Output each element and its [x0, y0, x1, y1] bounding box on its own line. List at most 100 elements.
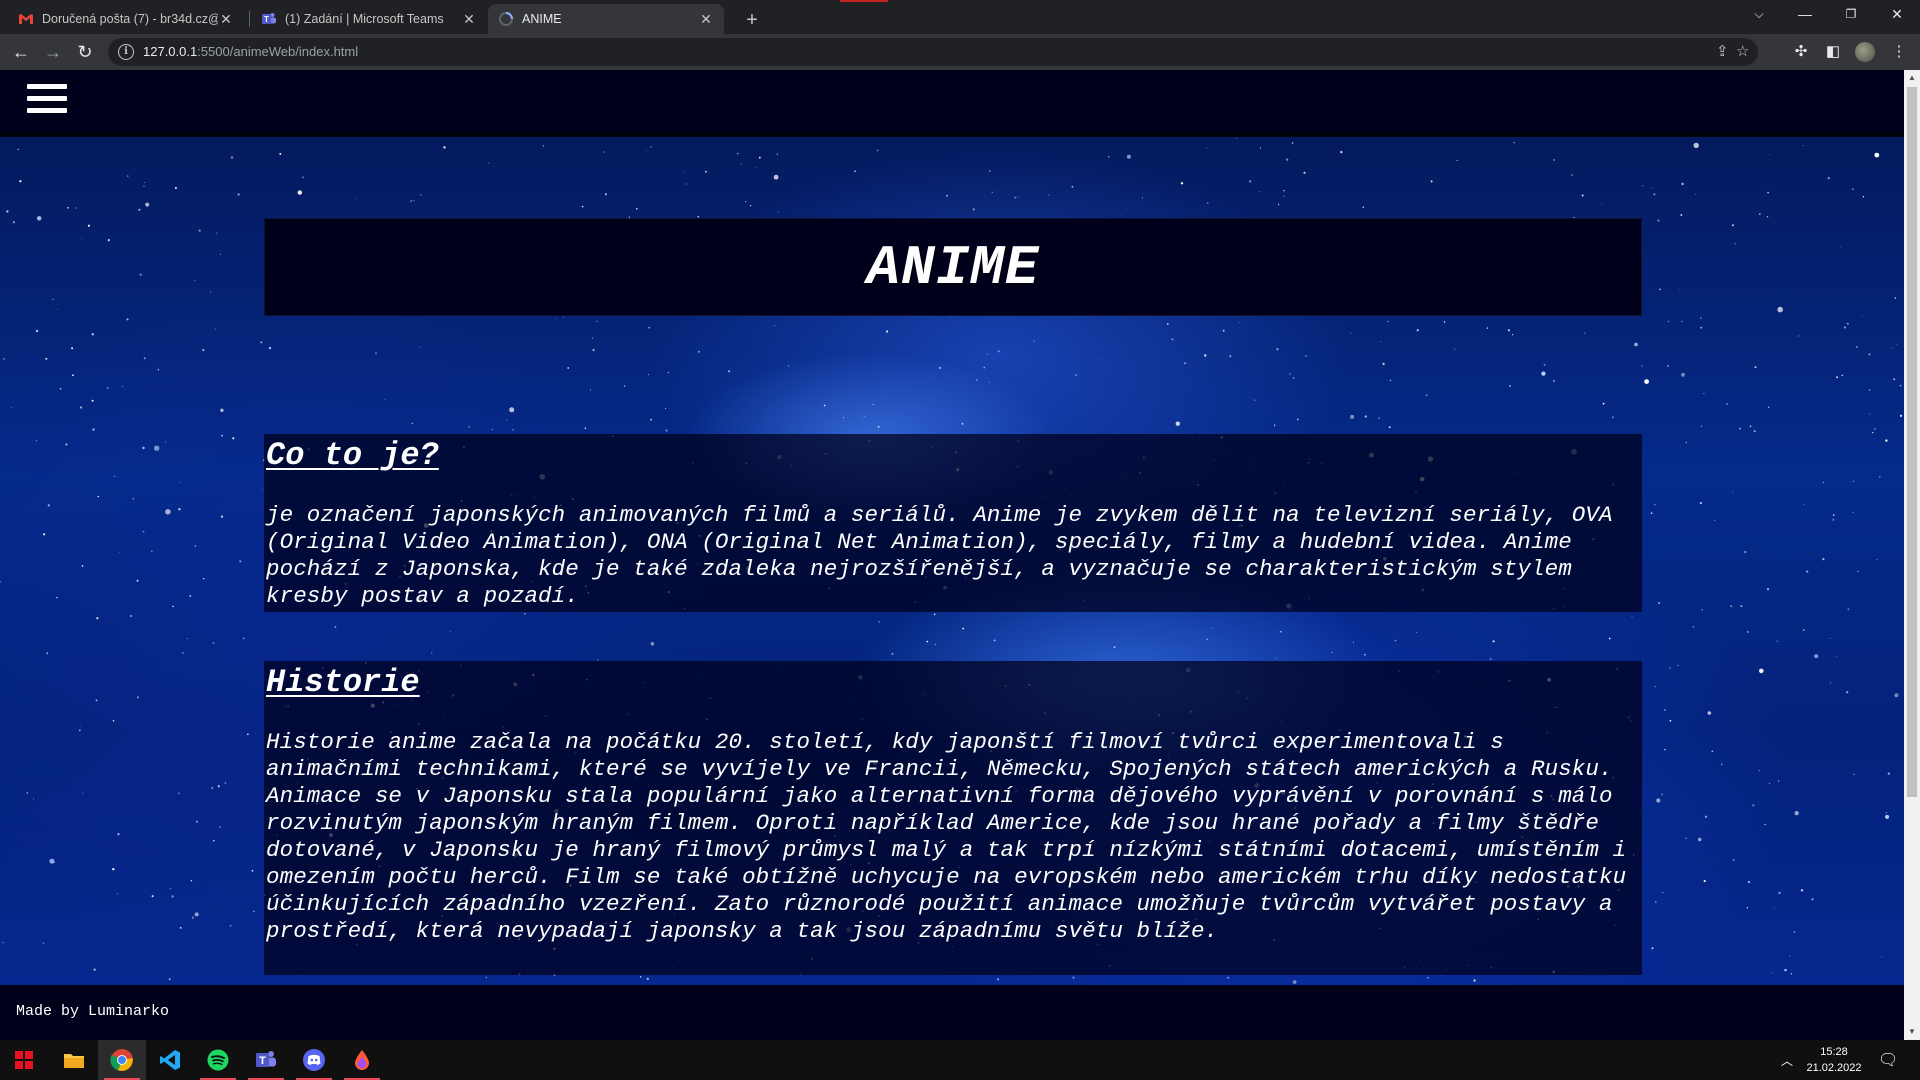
- reload-icon[interactable]: ↻: [71, 38, 99, 66]
- star: [81, 565, 84, 567]
- site-info-icon[interactable]: i: [118, 44, 134, 60]
- star: [209, 291, 212, 293]
- star: [1509, 385, 1511, 387]
- file-explorer-icon[interactable]: [50, 1040, 98, 1080]
- star: [1899, 384, 1902, 387]
- taskbar-clock[interactable]: 15:28 21.02.2022: [1800, 1044, 1868, 1076]
- tab-anime[interactable]: ANIME ✕: [488, 4, 724, 34]
- scroll-up-arrow-icon[interactable]: ▲: [1904, 70, 1920, 86]
- star: [384, 398, 386, 400]
- teams-icon[interactable]: T: [242, 1040, 290, 1080]
- star: [57, 308, 58, 310]
- star: [1113, 646, 1116, 648]
- star: [1291, 142, 1294, 144]
- tab-teams[interactable]: T (1) Zadání | Microsoft Teams ✕: [251, 4, 487, 34]
- notifications-icon[interactable]: 🗨: [1878, 1050, 1898, 1070]
- scroll-thumb[interactable]: [1907, 87, 1917, 797]
- extensions-icon[interactable]: ✣: [1790, 41, 1812, 63]
- star: [0, 581, 2, 583]
- star: [251, 869, 254, 872]
- forward-icon[interactable]: →: [39, 38, 67, 66]
- star: [2, 941, 4, 944]
- star: [151, 550, 153, 552]
- profile-avatar[interactable]: [1855, 42, 1875, 62]
- star: [419, 346, 421, 348]
- star: [589, 389, 591, 391]
- star: [1641, 365, 1643, 367]
- star: [190, 880, 193, 882]
- star: [1744, 551, 1747, 553]
- close-tab-icon[interactable]: ✕: [218, 11, 234, 28]
- tab-separator: [249, 11, 250, 27]
- star: [491, 428, 493, 431]
- section-text: je označení japonských animovaných filmů…: [266, 502, 1613, 609]
- star: [122, 385, 124, 387]
- star: [1861, 315, 1863, 316]
- star: [1017, 196, 1019, 198]
- star: [178, 508, 181, 511]
- star: [945, 194, 949, 197]
- hamburger-menu-icon[interactable]: [27, 84, 67, 118]
- spotify-icon[interactable]: [194, 1040, 242, 1080]
- star: [1896, 344, 1898, 346]
- chrome-icon[interactable]: [98, 1040, 146, 1080]
- share-icon[interactable]: ⇪: [1716, 42, 1729, 60]
- close-tab-icon[interactable]: ✕: [461, 11, 477, 28]
- star: [237, 193, 240, 196]
- star: [126, 318, 129, 321]
- star: [279, 152, 282, 155]
- discord-icon[interactable]: [290, 1040, 338, 1080]
- tab-gmail[interactable]: Doručená pošta (7) - br34d.cz@g ✕: [8, 4, 244, 34]
- side-panel-icon[interactable]: ◧: [1822, 41, 1844, 63]
- minimize-button[interactable]: —: [1782, 0, 1828, 30]
- teams-icon: T: [262, 13, 276, 24]
- star: [1869, 413, 1871, 415]
- star: [75, 207, 77, 209]
- close-tab-icon[interactable]: ✕: [698, 11, 714, 28]
- star: [1276, 348, 1279, 351]
- vscode-icon[interactable]: [146, 1040, 194, 1080]
- star: [1612, 416, 1614, 419]
- star: [1222, 329, 1225, 332]
- star: [132, 498, 134, 500]
- star: [1754, 366, 1757, 369]
- restore-button[interactable]: ❐: [1828, 0, 1874, 30]
- star: [745, 201, 747, 203]
- star: [212, 642, 215, 644]
- page-scrollbar[interactable]: ▲ ▼: [1904, 70, 1920, 1040]
- star: [449, 631, 451, 633]
- star: [749, 204, 752, 207]
- tray-chevron-up-icon[interactable]: ︿: [1781, 1052, 1793, 1069]
- new-tab-button[interactable]: +: [738, 6, 766, 34]
- scroll-down-arrow-icon[interactable]: ▼: [1904, 1024, 1920, 1040]
- bookmark-star-icon[interactable]: ☆: [1736, 42, 1749, 60]
- close-window-button[interactable]: ✕: [1874, 0, 1920, 30]
- star: [154, 445, 160, 451]
- star: [1885, 814, 1890, 819]
- address-bar[interactable]: i 127.0.0.1:5500/animeWeb/index.html ⇪ ☆: [108, 38, 1758, 66]
- star: [774, 325, 776, 327]
- star: [1276, 657, 1278, 659]
- star: [142, 446, 145, 450]
- star: [1211, 627, 1213, 629]
- star: [72, 374, 74, 377]
- tab-search-icon[interactable]: ⌵: [1736, 0, 1782, 30]
- star: [138, 208, 141, 211]
- menu-kebab-icon[interactable]: ⋮: [1888, 41, 1910, 63]
- app-drop-icon[interactable]: [338, 1040, 386, 1080]
- star: [938, 366, 942, 369]
- star: [776, 153, 778, 155]
- star: [56, 596, 58, 599]
- star: [1107, 155, 1110, 158]
- star: [1843, 326, 1846, 329]
- star: [1394, 639, 1397, 642]
- site-footer: Made by Luminarko: [0, 985, 1904, 1040]
- star: [79, 725, 81, 727]
- windows-start-icon[interactable]: [0, 1040, 48, 1080]
- star: [1541, 371, 1546, 376]
- star: [1486, 327, 1489, 329]
- star: [79, 406, 83, 409]
- star: [1075, 374, 1077, 377]
- back-icon[interactable]: ←: [7, 38, 35, 66]
- star: [1513, 141, 1515, 144]
